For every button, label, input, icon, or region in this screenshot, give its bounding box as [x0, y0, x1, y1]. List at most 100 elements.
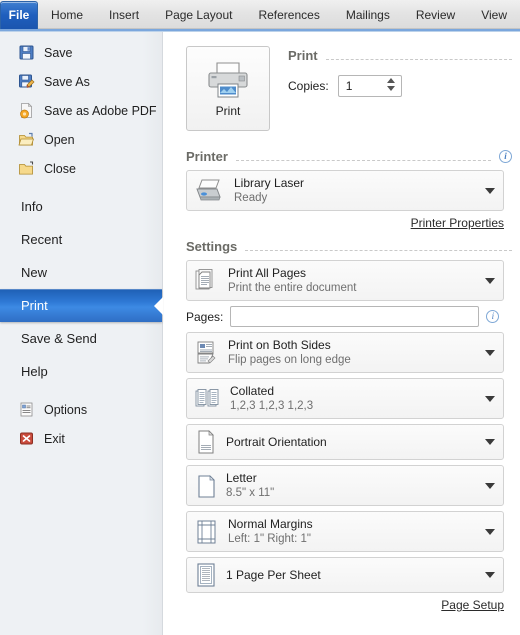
chevron-down-icon[interactable]: [485, 439, 495, 445]
copies-label: Copies:: [288, 79, 329, 93]
sidebar-item-label: New: [21, 265, 48, 280]
chevron-down-icon[interactable]: [485, 349, 495, 356]
setting-subtitle: Flip pages on long edge: [228, 353, 351, 366]
tab-review[interactable]: Review: [403, 2, 468, 29]
print-heading-label: Print: [288, 48, 318, 63]
sidebar-item-help[interactable]: Help: [0, 355, 162, 388]
pages-stack-icon: [195, 268, 219, 294]
tab-mailings[interactable]: Mailings: [333, 2, 403, 29]
setting-texts: Letter 8.5" x 11": [226, 471, 274, 501]
heading-dotted-rule: [235, 160, 491, 161]
sidebar-item-label: Open: [44, 132, 75, 147]
setting-duplex[interactable]: Print on Both Sides Flip pages on long e…: [186, 332, 504, 373]
sidebar-item-close[interactable]: Close: [0, 154, 162, 183]
tab-file[interactable]: File: [0, 1, 39, 29]
sidebar-item-label: Print: [21, 298, 48, 313]
settings-heading: Settings: [186, 239, 512, 254]
sidebar-item-label: Options: [44, 402, 88, 417]
collate-icon: [195, 386, 221, 412]
setting-texts: 1 Page Per Sheet: [226, 568, 321, 583]
chevron-down-icon[interactable]: [485, 528, 495, 535]
sidebar-item-exit[interactable]: Exit: [0, 424, 162, 453]
printer-device-icon: [195, 178, 225, 204]
setting-texts: Portrait Orientation: [226, 435, 327, 450]
setting-texts: Print on Both Sides Flip pages on long e…: [228, 338, 351, 368]
tab-insert[interactable]: Insert: [96, 2, 152, 29]
print-button-label: Print: [215, 103, 241, 118]
chevron-up-icon[interactable]: [386, 78, 395, 83]
sidebar-item-label: Save As: [44, 74, 90, 89]
setting-paper-size[interactable]: Letter 8.5" x 11": [186, 465, 504, 506]
setting-title: Collated: [230, 383, 275, 398]
pages-input[interactable]: [230, 306, 480, 327]
sidebar-item-open[interactable]: Open: [0, 125, 162, 154]
sidebar-item-options[interactable]: Options: [0, 395, 162, 424]
setting-pages-per-sheet[interactable]: 1 Page Per Sheet: [186, 557, 504, 593]
exit-icon: [18, 430, 35, 447]
chevron-down-icon[interactable]: [485, 482, 495, 489]
printer-properties-link[interactable]: Printer Properties: [186, 216, 504, 230]
sidebar-item-label: Save: [44, 45, 73, 60]
sidebar-item-info[interactable]: Info: [0, 190, 162, 223]
pages-per-sheet-icon: [195, 562, 217, 588]
ribbon-tabstrip: File Home Insert Page Layout References …: [0, 0, 520, 29]
tab-references[interactable]: References: [245, 2, 332, 29]
setting-title: Print on Both Sides: [228, 337, 331, 352]
chevron-down-icon[interactable]: [485, 277, 495, 284]
sidebar-item-print[interactable]: Print: [0, 289, 163, 322]
copies-row: Copies: 1: [288, 75, 512, 97]
sidebar-item-save-as-adobe-pdf[interactable]: Save as Adobe PDF: [0, 96, 162, 125]
printer-icon: [206, 60, 250, 100]
setting-orientation[interactable]: Portrait Orientation: [186, 424, 504, 460]
portrait-icon: [195, 429, 217, 455]
printer-select[interactable]: Library Laser Ready: [186, 170, 504, 211]
printer-status: Ready: [234, 191, 268, 204]
setting-title: Portrait Orientation: [226, 434, 327, 449]
setting-margins[interactable]: Normal Margins Left: 1" Right: 1": [186, 511, 504, 552]
setting-title: 1 Page Per Sheet: [226, 567, 321, 582]
sidebar-item-label: Info: [21, 199, 43, 214]
copies-value: 1: [345, 79, 353, 93]
setting-print-range[interactable]: Print All Pages Print the entire documen…: [186, 260, 504, 301]
sidebar-item-label: Save as Adobe PDF: [44, 103, 157, 118]
save-icon: [18, 44, 35, 61]
print-button[interactable]: Print: [186, 46, 270, 131]
sidebar-item-recent[interactable]: Recent: [0, 223, 162, 256]
setting-texts: Normal Margins Left: 1" Right: 1": [228, 517, 313, 547]
options-icon: [18, 401, 35, 418]
printer-heading: Printer i: [186, 149, 512, 164]
print-settings-pane: Print Print Copies: 1 Printer i Library …: [164, 32, 520, 635]
adobe-pdf-icon: [18, 102, 35, 119]
tab-view[interactable]: View: [468, 2, 520, 29]
duplex-icon: [195, 340, 219, 366]
sidebar-item-save[interactable]: Save: [0, 38, 162, 67]
copies-stepper[interactable]: 1: [337, 75, 402, 97]
tab-home[interactable]: Home: [38, 2, 96, 29]
close-folder-icon: [18, 160, 35, 177]
setting-subtitle: 8.5" x 11": [226, 486, 275, 499]
setting-title: Print All Pages: [228, 265, 307, 280]
paper-size-icon: [195, 473, 217, 499]
sidebar-item-new[interactable]: New: [0, 256, 162, 289]
sidebar-item-save-as[interactable]: Save As: [0, 67, 162, 96]
info-icon[interactable]: i: [499, 150, 512, 163]
setting-title: Normal Margins: [228, 516, 313, 531]
sidebar-item-label: Recent: [21, 232, 63, 247]
page-setup-link[interactable]: Page Setup: [186, 598, 504, 612]
tab-page-layout[interactable]: Page Layout: [152, 2, 245, 29]
sidebar-item-label: Close: [44, 161, 76, 176]
chevron-down-icon[interactable]: [485, 187, 495, 194]
printer-name: Library Laser: [234, 175, 305, 190]
chevron-down-icon[interactable]: [386, 86, 395, 91]
pages-row: Pages: i: [186, 306, 512, 327]
stepper-arrows[interactable]: [386, 78, 395, 91]
chevron-down-icon[interactable]: [485, 395, 495, 402]
info-icon[interactable]: i: [486, 310, 500, 323]
setting-subtitle: 1,2,3 1,2,3 1,2,3: [230, 399, 314, 412]
setting-collation[interactable]: Collated 1,2,3 1,2,3 1,2,3: [186, 378, 504, 419]
setting-title: Letter: [226, 470, 257, 485]
sidebar-item-save-and-send[interactable]: Save & Send: [0, 322, 162, 355]
setting-subtitle: Print the entire document: [228, 281, 357, 294]
chevron-down-icon[interactable]: [485, 572, 495, 578]
word-backstage-print-view: File Home Insert Page Layout References …: [0, 0, 520, 635]
